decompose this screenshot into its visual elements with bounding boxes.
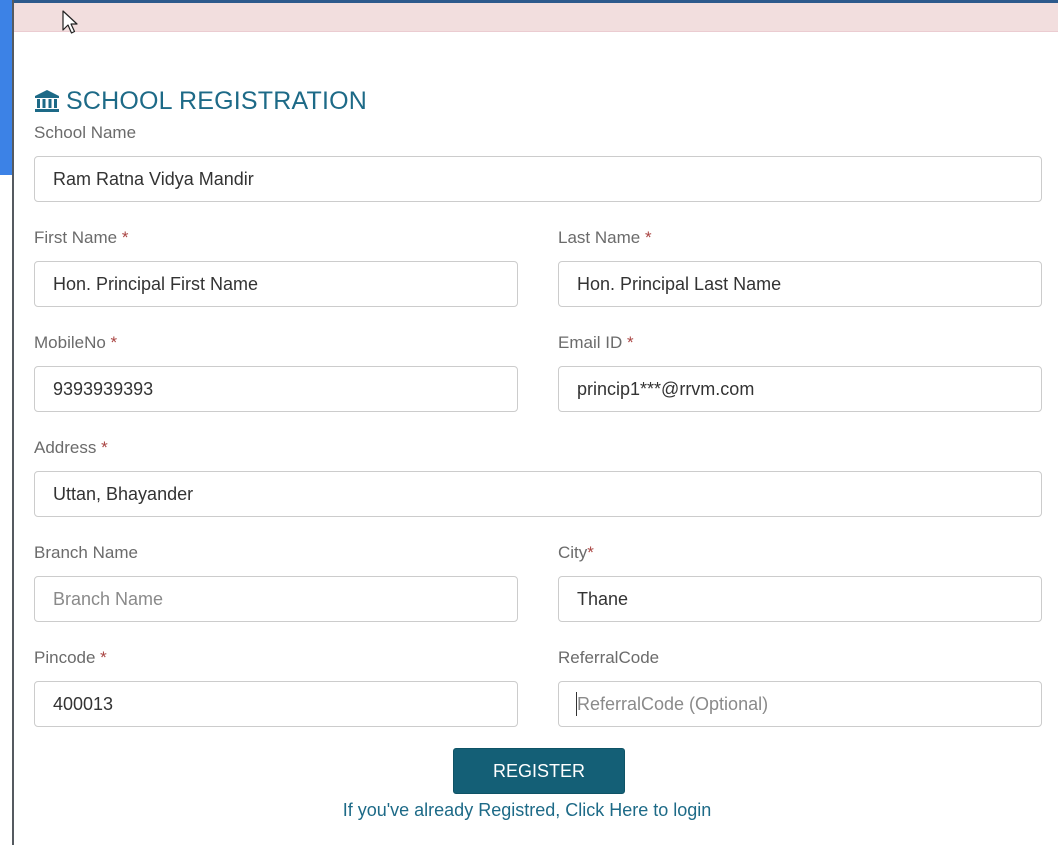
branch-name-input[interactable] <box>34 576 518 622</box>
email-id-input[interactable] <box>558 366 1042 412</box>
registration-modal: SCHOOL REGISTRATION School Name First Na… <box>12 0 1058 845</box>
branch-name-label: Branch Name <box>34 543 138 562</box>
last-name-label: Last Name * <box>558 228 652 247</box>
text-caret <box>576 692 577 716</box>
referral-code-label: ReferralCode <box>558 648 660 667</box>
city-input[interactable] <box>558 576 1042 622</box>
required-mark: * <box>101 438 108 457</box>
mobile-no-label: MobileNo * <box>34 333 118 352</box>
address-label: Address * <box>34 438 108 457</box>
required-mark: * <box>121 228 129 247</box>
city-label: City* <box>558 543 594 562</box>
login-link-text: If you've already Registred, Click Here … <box>342 800 712 820</box>
school-name-label: School Name <box>34 123 137 142</box>
bank-icon <box>35 90 59 112</box>
register-button[interactable]: REGISTER <box>453 748 625 794</box>
referral-code-input[interactable] <box>558 681 1042 727</box>
pincode-label: Pincode * <box>34 648 107 667</box>
address-input[interactable] <box>34 471 1042 517</box>
email-id-label: Email ID * <box>558 333 634 352</box>
page-title-text: SCHOOL REGISTRATION <box>66 86 368 115</box>
school-name-input[interactable] <box>34 156 1042 202</box>
last-name-input[interactable] <box>558 261 1042 307</box>
required-mark: * <box>100 648 107 667</box>
required-mark: * <box>644 228 652 247</box>
alert-strip <box>14 0 1058 32</box>
required-mark: * <box>110 333 118 352</box>
required-mark: * <box>626 333 634 352</box>
pincode-input[interactable] <box>34 681 518 727</box>
first-name-label: First Name * <box>34 228 129 247</box>
required-mark: * <box>587 543 594 562</box>
login-link[interactable]: If you've already Registred, Click Here … <box>14 798 1058 822</box>
first-name-input[interactable] <box>34 261 518 307</box>
mouse-cursor-icon <box>62 10 78 34</box>
page-title: SCHOOL REGISTRATION <box>34 84 367 118</box>
mobile-no-input[interactable] <box>34 366 518 412</box>
